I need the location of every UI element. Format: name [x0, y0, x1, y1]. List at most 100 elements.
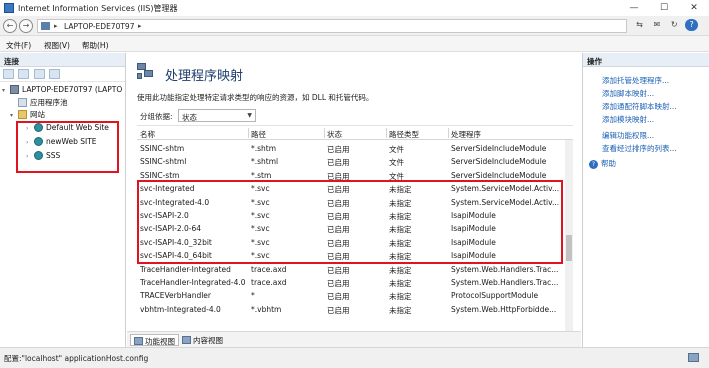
cell-path-type: 未指定	[389, 292, 412, 302]
action-add-module-mapping[interactable]: 添加模块映射...	[602, 114, 654, 125]
sites-folder-icon	[18, 110, 27, 119]
status-bar: 配置:"localhost" applicationHost.config	[0, 347, 709, 368]
refresh-icon[interactable]: ↻	[668, 19, 681, 31]
menu-file[interactable]: 文件(F)	[6, 40, 31, 51]
cell-handler: ServerSideIncludeModule	[451, 170, 547, 180]
table-row[interactable]: vbhtm-Integrated-4.0 *.vbhtm 已启用 未指定 System.…	[137, 302, 565, 315]
cell-handler: System.Web.HttpForbidde...	[451, 304, 557, 314]
help-icon: ?	[589, 160, 598, 169]
group-by-select[interactable]: 状态 ▼	[178, 109, 256, 122]
server-icon	[41, 22, 50, 30]
cell-path: *.shtml	[251, 157, 279, 167]
content-view-icon	[182, 336, 191, 344]
cell-path-type: 未指定	[389, 279, 412, 288]
cell-path-type: 文件	[389, 145, 404, 154]
table-row[interactable]: SSINC-shtml *.shtml 已启用 文件 ServerSideInclude…	[137, 154, 565, 167]
column-header-path-type[interactable]: 路径类型	[389, 129, 447, 140]
cell-handler: ProtocolSupportModule	[451, 291, 539, 301]
forward-button[interactable]: →	[19, 19, 33, 33]
cell-name: TRACEVerbHandler	[140, 291, 212, 301]
cell-path: *.shtm	[251, 144, 277, 153]
breadcrumb-host[interactable]: LAPTOP-EDE70T97	[64, 22, 134, 31]
action-help-label: 帮助	[601, 159, 616, 168]
red-highlight-box	[137, 180, 563, 264]
tree-item-label: LAPTOP-EDE70T97 (LAPTO	[22, 85, 123, 94]
maximize-button[interactable]: ☐	[649, 0, 679, 16]
chevron-down-icon: ▼	[247, 112, 252, 119]
cell-state: 已启用	[327, 145, 350, 154]
tree-item-sites[interactable]: ▾ 网站	[10, 109, 45, 121]
cell-path: *	[251, 291, 255, 301]
connections-header: 连接	[0, 53, 125, 67]
window-title: Internet Information Services (IIS)管理器	[18, 4, 178, 13]
action-help[interactable]: ? 帮助	[589, 158, 616, 169]
iis-app-icon	[4, 3, 14, 13]
group-by-label: 分组依据:	[140, 112, 173, 121]
table-row[interactable]: TraceHandler-Integrated-4.0 trace.axd 已启用 未…	[137, 275, 565, 288]
action-edit-feature-permissions[interactable]: 编辑功能权限...	[602, 130, 654, 141]
close-button[interactable]: ✕	[679, 0, 709, 16]
feature-description: 使用此功能指定处理特定请求类型的响应的资源，如 DLL 和托管代码。	[137, 93, 374, 102]
cell-handler: System.Web.Handlers.Trac...	[451, 278, 559, 287]
vertical-scrollbar[interactable]	[565, 140, 573, 338]
tab-features-view[interactable]: 功能视图	[130, 334, 179, 346]
cell-path: trace.axd	[251, 264, 287, 274]
connect-icon[interactable]	[3, 69, 14, 79]
cell-name: SSINC-stm	[140, 170, 180, 180]
cell-name: SSINC-shtml	[140, 157, 187, 167]
cell-path-type: 文件	[389, 158, 404, 168]
cell-state: 已启用	[327, 158, 350, 168]
table-row[interactable]: SSINC-shtm *.shtm 已启用 文件 ServerSideIncludeMo…	[137, 141, 565, 154]
handler-mappings-icon	[135, 61, 155, 81]
expand-icon[interactable]: ▾	[2, 87, 10, 94]
connections-panel: 连接 ▾ LAPTOP-EDE70T97 (LAPTO 应用程序池 ▾ 网站 › De…	[0, 53, 126, 347]
group-by-value: 状态	[182, 113, 197, 122]
menu-view[interactable]: 视图(V)	[44, 40, 70, 51]
connections-toolbar	[0, 67, 125, 82]
tab-label: 内容视图	[193, 336, 223, 345]
address-toolbar: ⇆ ✉ ↻ ?	[633, 19, 707, 33]
minimize-button[interactable]: —	[619, 0, 649, 16]
column-header-state[interactable]: 状态	[327, 129, 385, 140]
up-icon[interactable]	[33, 69, 45, 79]
action-add-managed-handler[interactable]: 添加托管处理程序...	[602, 75, 669, 86]
cell-path: trace.axd	[251, 278, 287, 287]
table-row[interactable]: TRACEVerbHandler * 已启用 未指定 ProtocolSupportMo…	[137, 288, 565, 301]
action-view-ordered-list[interactable]: 查看经过排序的列表...	[602, 143, 677, 154]
cell-state: 已启用	[327, 279, 350, 288]
cell-handler: ServerSideIncludeModule	[451, 144, 547, 153]
help-icon[interactable]: ?	[685, 19, 699, 31]
cell-path-type: 未指定	[389, 265, 412, 275]
mail-icon[interactable]: ✉	[650, 19, 663, 31]
features-view-icon	[134, 337, 143, 345]
breadcrumb-separator-icon[interactable]: ▸	[138, 22, 142, 30]
back-button[interactable]: ←	[3, 19, 17, 33]
table-header: 名称 路径 状态 路径类型 处理程序	[137, 126, 573, 140]
breadcrumb-separator-icon: ▸	[54, 22, 58, 30]
tab-content-view[interactable]: 内容视图	[179, 334, 226, 346]
menu-help[interactable]: 帮助(H)	[82, 40, 109, 51]
column-header-handler[interactable]: 处理程序	[451, 129, 561, 140]
status-text: 配置:"localhost" applicationHost.config	[4, 354, 149, 363]
action-add-wildcard-script-map[interactable]: 添加通配符脚本映射...	[602, 101, 677, 112]
tree-item-app-pools[interactable]: 应用程序池	[18, 97, 68, 109]
expand-icon[interactable]: ▾	[10, 112, 18, 119]
tree-item-server[interactable]: ▾ LAPTOP-EDE70T97 (LAPTO	[2, 85, 122, 97]
connect-icon[interactable]: ⇆	[633, 19, 646, 31]
network-icon	[688, 353, 699, 362]
cell-handler: ServerSideIncludeModule	[451, 157, 547, 167]
cell-name: vbhtm-Integrated-4.0	[140, 304, 221, 314]
cell-path: *.vbhtm	[251, 304, 282, 314]
breadcrumb[interactable]: ▸ LAPTOP-EDE70T97 ▸	[37, 19, 627, 33]
view-tabs: 功能视图 内容视图	[127, 331, 581, 347]
scrollbar-thumb[interactable]	[566, 235, 572, 261]
cell-handler: System.Web.Handlers.Trac...	[451, 264, 559, 274]
cell-state: 已启用	[327, 265, 350, 275]
column-header-name[interactable]: 名称	[140, 129, 248, 140]
column-header-path[interactable]: 路径	[251, 129, 323, 140]
save-icon[interactable]	[18, 69, 30, 79]
action-add-script-map[interactable]: 添加脚本映射...	[602, 88, 654, 99]
app-pool-icon	[18, 98, 27, 107]
tree-view-icon[interactable]	[49, 69, 61, 79]
server-icon	[10, 85, 19, 94]
